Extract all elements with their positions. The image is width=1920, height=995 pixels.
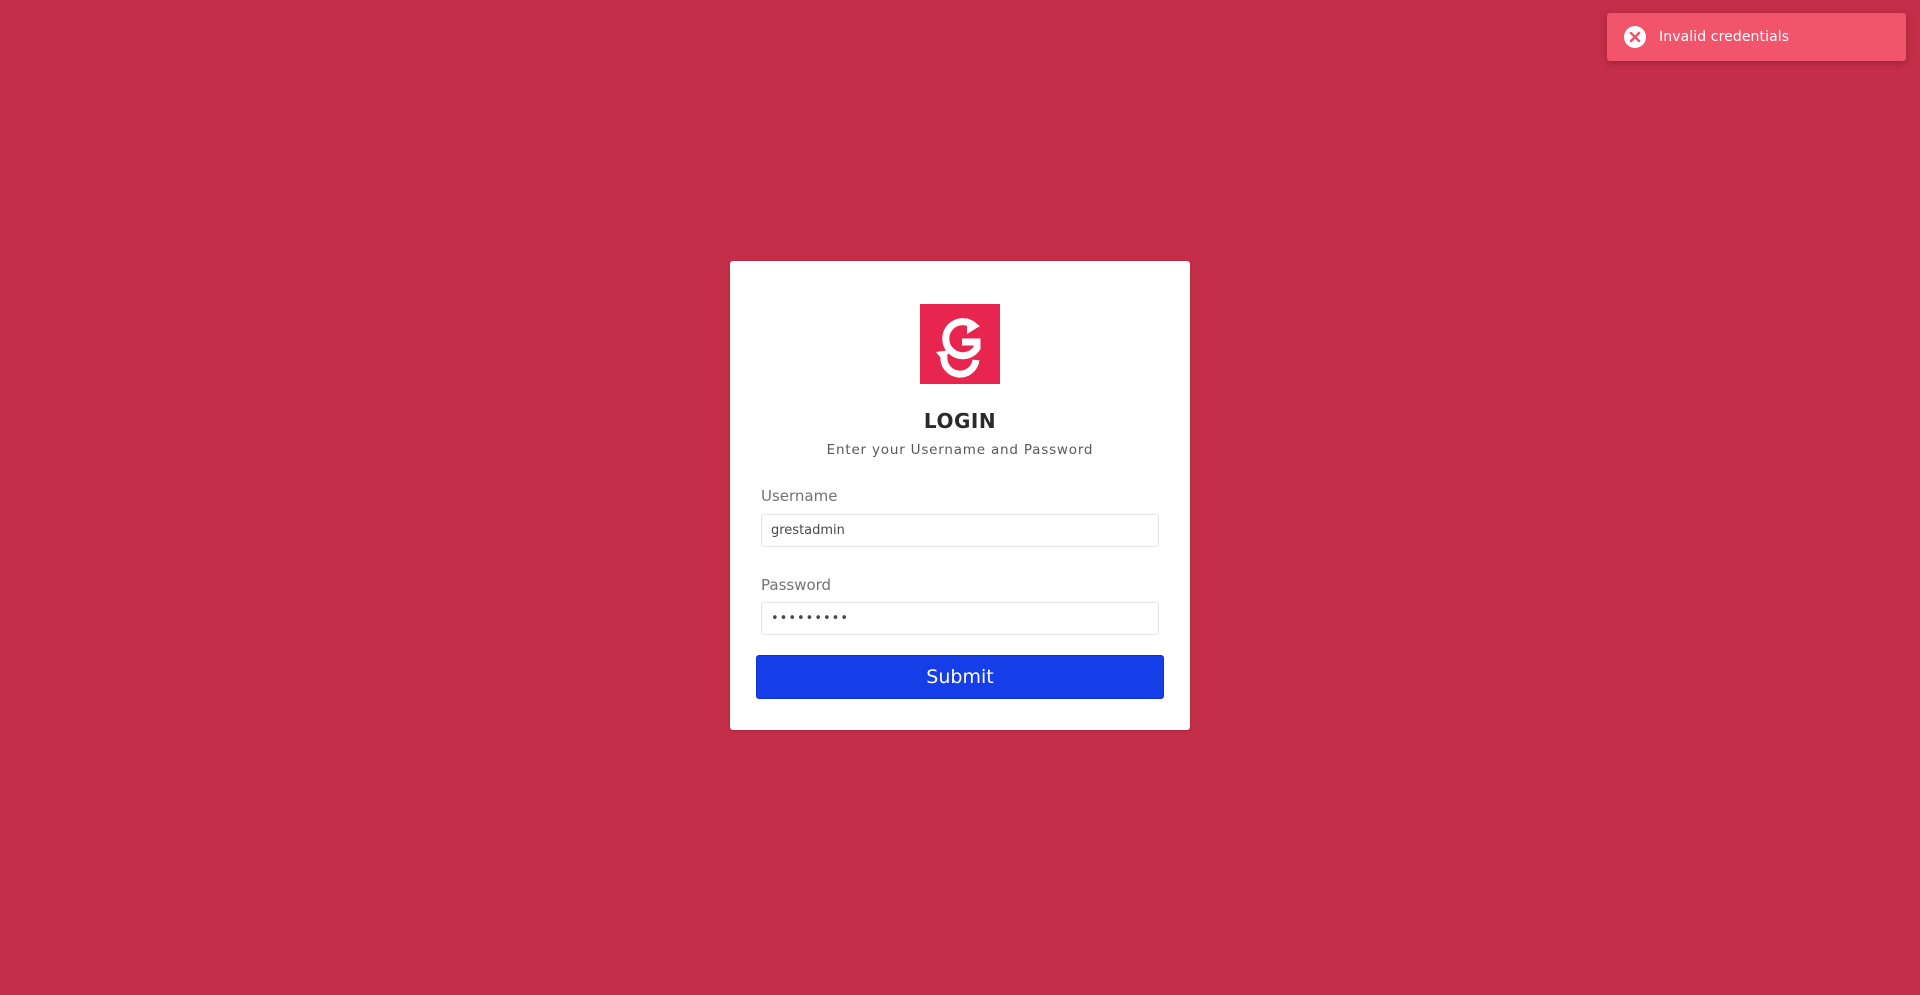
- login-page: Invalid credentials LOGIN Enter your Use…: [0, 0, 1920, 995]
- password-input[interactable]: [761, 602, 1159, 635]
- page-subtitle: Enter your Username and Password: [826, 442, 1094, 458]
- brand-logo-g-icon: [920, 304, 1000, 384]
- page-title: LOGIN: [923, 409, 997, 433]
- username-input[interactable]: [761, 514, 1159, 547]
- close-circle-icon[interactable]: [1623, 25, 1647, 49]
- error-toast[interactable]: Invalid credentials: [1607, 13, 1906, 61]
- submit-button[interactable]: Submit: [756, 655, 1164, 699]
- username-label: Username: [761, 487, 838, 505]
- login-card: LOGIN Enter your Username and Password U…: [730, 261, 1190, 730]
- password-label: Password: [761, 576, 832, 594]
- toast-message: Invalid credentials: [1659, 29, 1790, 45]
